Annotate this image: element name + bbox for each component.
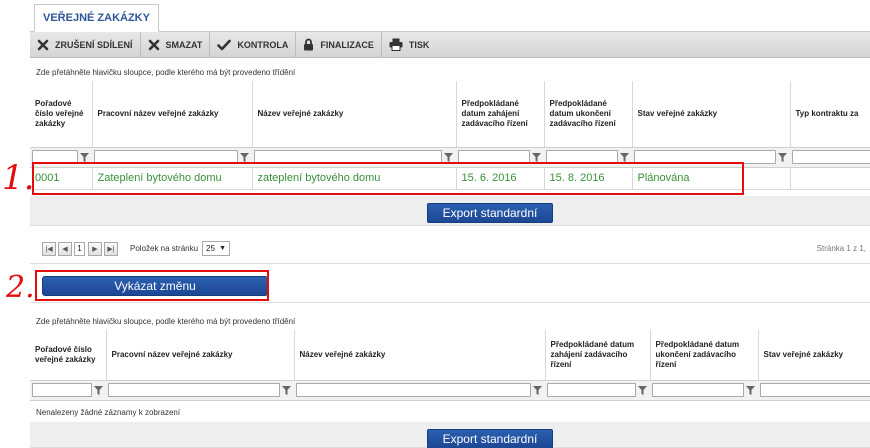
kontrola-button[interactable]: KONTROLA — [210, 31, 297, 58]
cell-contract-type[interactable] — [790, 167, 870, 190]
col-header-name[interactable]: Název veřejné zakázky — [252, 81, 457, 148]
col-header-working-name[interactable]: Pracovní název veřejné zakázky — [92, 81, 253, 148]
filter2-input-start-date[interactable] — [547, 383, 636, 397]
annotation-number-2: 2. — [6, 270, 35, 305]
col-header-contract-type[interactable]: Typ kontraktu za — [790, 81, 870, 148]
export-band: Export standardní — [30, 196, 870, 226]
grouping-hint: Zde přetáhněte hlavičku sloupce, podle k… — [36, 68, 296, 77]
current-page[interactable]: 1 — [74, 241, 85, 256]
highlight-box-row — [32, 162, 744, 195]
close-icon — [37, 39, 49, 50]
smazat-button[interactable]: SMAZAT — [141, 31, 211, 58]
header-row: Pořadové číslo veřejné zakázky Pracovní … — [30, 81, 870, 148]
finalizace-button[interactable]: FINALIZACE — [296, 31, 382, 58]
header-row-2: Pořadové číslo veřejné zakázky Pracovní … — [30, 330, 870, 381]
filter2-input-working-name[interactable] — [108, 383, 280, 397]
close-icon — [148, 39, 159, 50]
printer-icon — [389, 38, 403, 51]
highlight-box-button — [35, 270, 269, 301]
smazat-label: SMAZAT — [165, 39, 203, 50]
pager: |◀ ◀ 1 ▶ ▶| Položek na stránku 25 ▼ Strá… — [30, 234, 870, 264]
filter-icon[interactable] — [636, 383, 648, 397]
filter2-input-end-date[interactable] — [652, 383, 744, 397]
filter-icon[interactable] — [280, 383, 292, 397]
next-page-button[interactable]: ▶ — [88, 241, 102, 256]
zruseni-sdileni-label: ZRUŠENÍ SDÍLENÍ — [55, 39, 133, 50]
filter2-input-number[interactable] — [32, 383, 92, 397]
page-size-select[interactable]: 25 ▼ — [202, 241, 231, 256]
empty-message: Nenalezeny žádné záznamy k zobrazení — [36, 408, 181, 417]
export-standard-button[interactable]: Export standardní — [427, 203, 553, 223]
tisk-label: TISK — [408, 39, 430, 50]
filter-icon[interactable] — [92, 383, 104, 397]
page-size-value: 25 — [206, 244, 215, 253]
tisk-button[interactable]: TISK — [382, 32, 437, 58]
col-header-start-date[interactable]: Předpokládané datum zahájení zadávacího … — [456, 81, 545, 148]
col-header-end-date[interactable]: Předpokládané datum ukončení zadávacího … — [544, 81, 633, 148]
zruseni-sdileni-button[interactable]: ZRUŠENÍ SDÍLENÍ — [30, 31, 141, 58]
col2-header-number[interactable]: Pořadové číslo veřejné zakázky — [30, 330, 107, 381]
filter-row-2 — [30, 380, 870, 401]
toolbar: ZRUŠENÍ SDÍLENÍ SMAZAT KONTROLA FINALIZA… — [30, 31, 870, 58]
last-page-button[interactable]: ▶| — [104, 241, 118, 256]
annotation-number-1: 1. — [2, 158, 35, 198]
content-area: VEŘEJNÉ ZAKÁZKY ZRUŠENÍ SDÍLENÍ SMAZAT K… — [30, 0, 870, 448]
lock-icon — [304, 38, 314, 51]
tab-bar: VEŘEJNÉ ZAKÁZKY — [30, 0, 870, 32]
filter2-input-name[interactable] — [296, 383, 531, 397]
prev-page-button[interactable]: ◀ — [58, 241, 72, 256]
col2-header-start-date[interactable]: Předpokládané datum zahájení zadávacího … — [545, 330, 651, 381]
filter-icon[interactable] — [744, 383, 756, 397]
kontrola-label: KONTROLA — [237, 39, 289, 50]
page-size-label: Položek na stránku — [130, 244, 199, 253]
col2-header-end-date[interactable]: Předpokládané datum ukončení zadávacího … — [650, 330, 759, 381]
finalizace-label: FINALIZACE — [320, 39, 374, 50]
col-header-number[interactable]: Pořadové číslo veřejné zakázky — [30, 81, 93, 148]
check-icon — [217, 39, 232, 50]
col2-header-status[interactable]: Stav veřejné zakázky — [758, 330, 870, 381]
changes-table: Pořadové číslo veřejné zakázky Pracovní … — [30, 330, 870, 401]
first-page-button[interactable]: |◀ — [42, 241, 56, 256]
tab-verejne-zakazky[interactable]: VEŘEJNÉ ZAKÁZKY — [34, 4, 159, 32]
filter-icon[interactable] — [531, 383, 543, 397]
page-info: Stránka 1 z 1, — [816, 244, 866, 253]
col2-header-working-name[interactable]: Pracovní název veřejné zakázky — [106, 330, 295, 381]
divider — [30, 302, 870, 303]
export-band-2: Export standardní — [30, 422, 870, 448]
chevron-down-icon: ▼ — [219, 245, 227, 252]
filter2-input-status[interactable] — [760, 383, 870, 397]
col-header-status[interactable]: Stav veřejné zakázky — [632, 81, 791, 148]
grouping-hint-2: Zde přetáhněte hlavičku sloupce, podle k… — [36, 317, 296, 326]
export-standard-button-2[interactable]: Export standardní — [427, 429, 553, 448]
filter-input-contract-type[interactable] — [792, 150, 870, 164]
filter-icon[interactable] — [776, 150, 788, 164]
col2-header-name[interactable]: Název veřejné zakázky — [294, 330, 546, 381]
